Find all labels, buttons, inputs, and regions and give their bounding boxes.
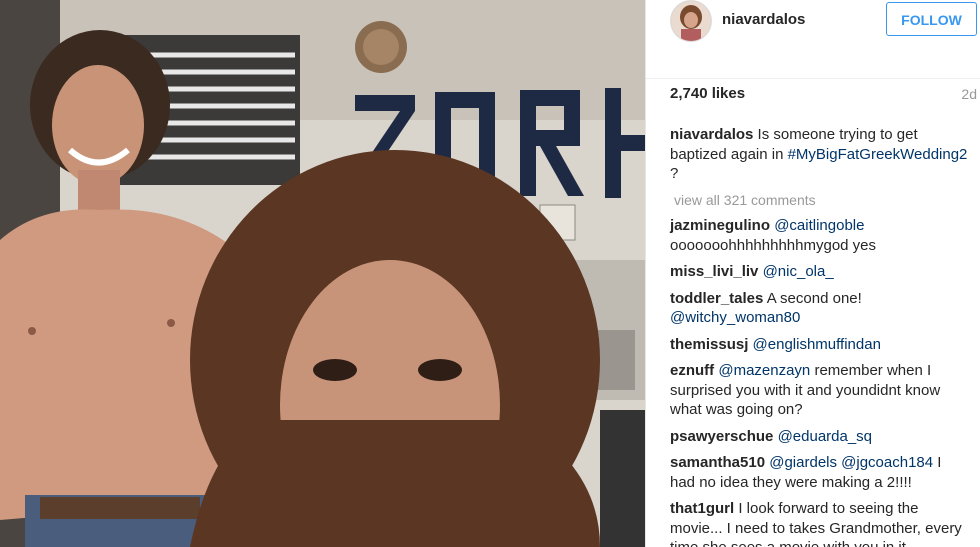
username[interactable]: niavardalos xyxy=(722,11,805,28)
list-item: themissusj @englishmuffindan xyxy=(670,335,970,355)
comment-mention[interactable]: @giardels @jgcoach184 xyxy=(769,454,933,471)
comment-username[interactable]: miss_livi_liv xyxy=(670,263,758,280)
post-header: niavardalos FOLLOW xyxy=(646,0,980,79)
comment-mention[interactable]: @mazenzayn xyxy=(718,362,810,379)
comment-text: A second one! xyxy=(763,289,862,307)
comment-mention[interactable]: @caitlingoble xyxy=(774,217,864,234)
comment-username[interactable]: themissusj xyxy=(670,336,748,353)
follow-button[interactable]: FOLLOW xyxy=(886,2,977,36)
list-item: miss_livi_liv @nic_ola_ xyxy=(670,262,970,282)
list-item: that1gurl I look forward to seeing the m… xyxy=(670,499,970,547)
caption-hashtag[interactable]: #MyBigFatGreekWedding2 xyxy=(788,146,968,163)
list-item: toddler_tales A second one! @witchy_woma… xyxy=(670,289,970,328)
list-item: samantha510 @giardels @jgcoach184 I had … xyxy=(670,453,970,492)
post-age[interactable]: 2d xyxy=(961,86,977,102)
list-item: eznuff @mazenzayn remember when I surpri… xyxy=(670,361,970,420)
comment-username[interactable]: toddler_tales xyxy=(670,290,763,307)
avatar[interactable] xyxy=(670,0,712,42)
comment-username[interactable]: jazminegulino xyxy=(670,217,770,234)
comment-mention[interactable]: @eduarda_sq xyxy=(778,428,872,445)
comment-mention[interactable]: @witchy_woman80 xyxy=(670,309,800,326)
comment-list: niavardalos Is someone trying to get bap… xyxy=(670,125,970,547)
comment-mention[interactable]: @englishmuffindan xyxy=(753,336,881,353)
post-photo[interactable] xyxy=(0,0,645,547)
caption: niavardalos Is someone trying to get bap… xyxy=(670,125,970,184)
comment-text: ooooooohhhhhhhhhmygod yes xyxy=(670,236,877,254)
profile-photo-icon xyxy=(671,1,711,41)
comment-username[interactable]: samantha510 xyxy=(670,454,765,471)
list-item: jazminegulino @caitlingoble ooooooohhhhh… xyxy=(670,216,970,255)
comment-mention[interactable]: @nic_ola_ xyxy=(763,263,834,280)
list-item: psawyerschue @eduarda_sq xyxy=(670,427,970,447)
likes-row: 2,740 likes 2d xyxy=(670,85,980,105)
caption-tail: ? xyxy=(670,165,679,182)
post-sidebar: niavardalos FOLLOW 2,740 likes 2d niavar… xyxy=(645,0,980,547)
comment-username[interactable]: that1gurl xyxy=(670,500,734,517)
comment-username[interactable]: eznuff xyxy=(670,362,714,379)
view-all-comments-link[interactable]: view all 321 comments xyxy=(674,191,970,211)
photo-illustration xyxy=(0,0,645,547)
like-count[interactable]: 2,740 likes xyxy=(670,85,745,102)
caption-username[interactable]: niavardalos xyxy=(670,126,753,143)
comment-username[interactable]: psawyerschue xyxy=(670,428,773,445)
